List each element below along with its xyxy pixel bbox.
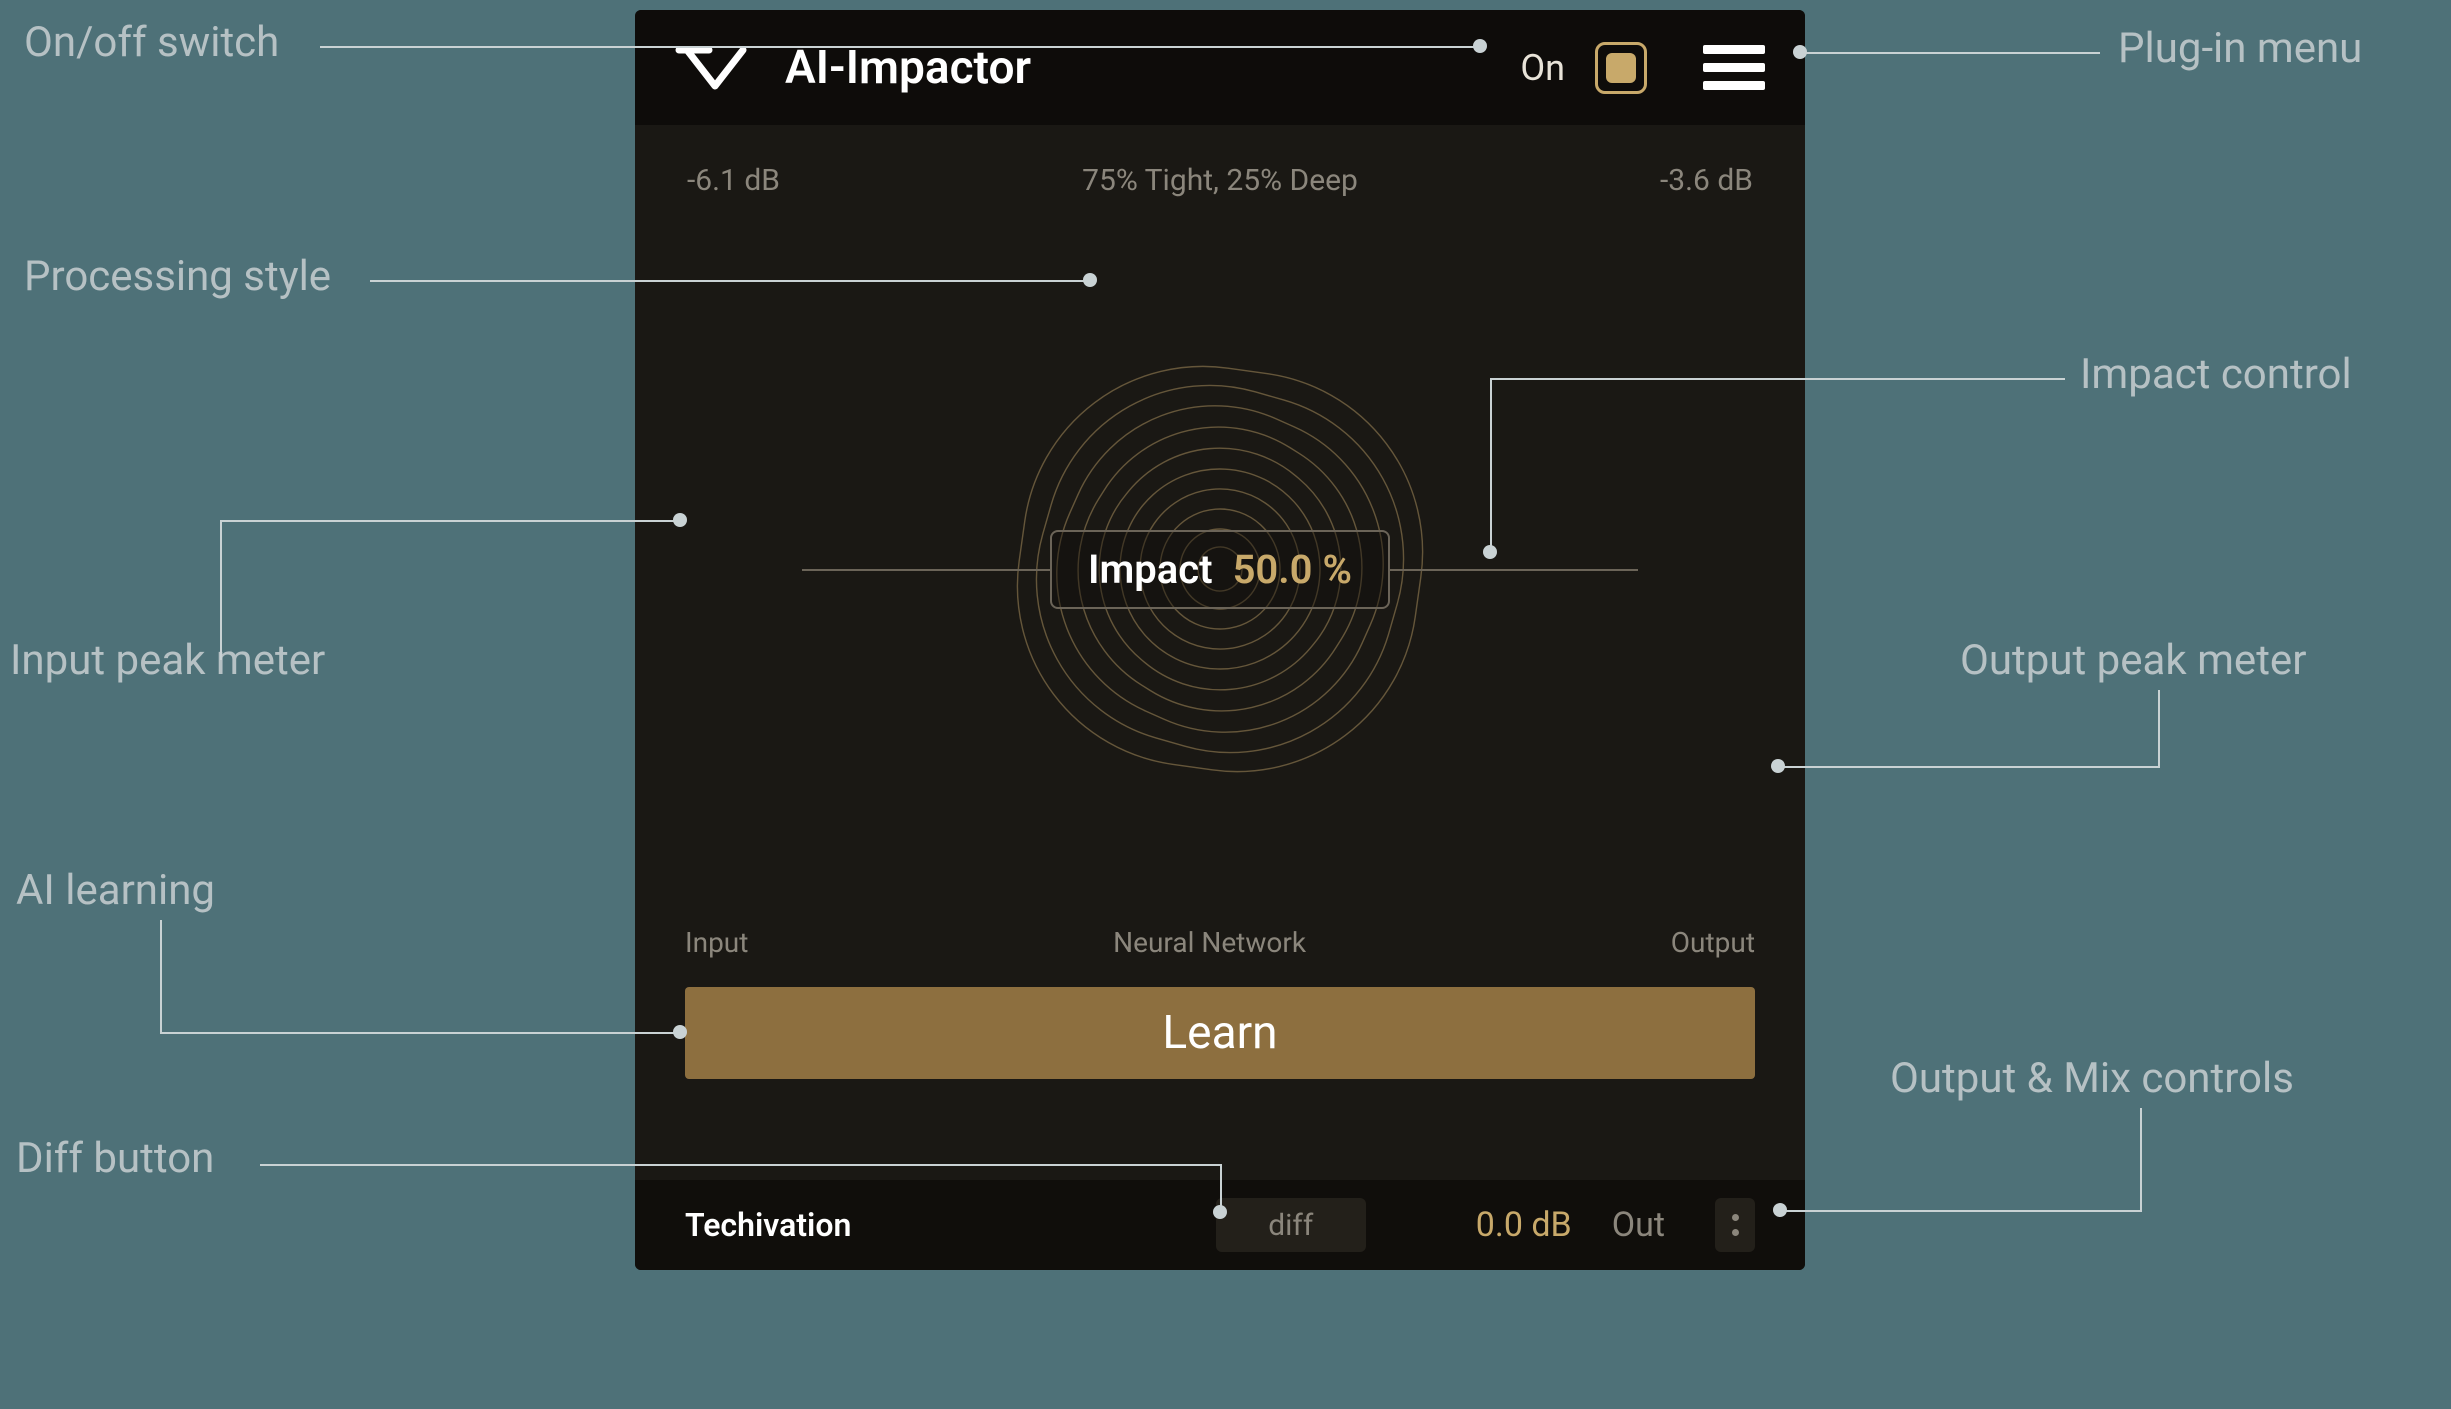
neural-network-visualizer: Impact 50.0 % [723, 224, 1717, 914]
impact-label: Impact [1088, 546, 1213, 593]
output-gain-value[interactable]: 0.0 dB [1476, 1205, 1572, 1245]
mix-menu-button[interactable] [1715, 1198, 1755, 1252]
learn-button[interactable]: Learn [685, 987, 1755, 1079]
anno-output-mix: Output & Mix controls [1890, 1054, 2294, 1103]
output-label: Output [1671, 926, 1755, 959]
readout-row: -6.1 dB 75% Tight, 25% Deep -3.6 dB [635, 125, 1805, 212]
power-icon [1606, 53, 1636, 83]
plugin-menu-button[interactable] [1703, 45, 1765, 91]
diff-button[interactable]: diff [1216, 1198, 1366, 1252]
input-label: Input [685, 926, 748, 959]
anno-on-off: On/off switch [24, 18, 279, 67]
plugin-header: AI-Impactor On [635, 10, 1805, 125]
anno-plugin-menu: Plug-in menu [2118, 24, 2362, 73]
brand-label: Techivation [685, 1206, 851, 1244]
diff-label: diff [1268, 1208, 1313, 1243]
anno-output-meter: Output peak meter [1960, 636, 2306, 685]
brand-logo-icon [675, 44, 759, 92]
anno-input-meter: Input peak meter [10, 636, 325, 685]
anno-impact-control: Impact control [2080, 350, 2352, 399]
plugin-title: AI-Impactor [785, 41, 1031, 95]
main-area: Impact 50.0 % [635, 212, 1805, 922]
anno-processing-style: Processing style [24, 252, 331, 301]
learn-label: Learn [1162, 1006, 1277, 1060]
impact-control[interactable]: Impact 50.0 % [1050, 530, 1390, 609]
anno-ai-learning: AI learning [16, 866, 215, 915]
anno-diff-button: Diff button [16, 1134, 214, 1183]
impact-value: 50.0 % [1233, 546, 1352, 593]
input-db-readout: -6.1 dB [687, 163, 780, 198]
input-peak-meter [685, 224, 723, 914]
meter-labels-row: Input Neural Network Output [635, 922, 1805, 981]
output-db-readout: -3.6 dB [1660, 163, 1753, 198]
output-peak-meter [1717, 224, 1755, 914]
processing-style-readout[interactable]: 75% Tight, 25% Deep [1082, 163, 1358, 198]
output-gain-label: Out [1612, 1205, 1665, 1245]
visualizer-label: Neural Network [1113, 926, 1306, 959]
on-off-toggle[interactable] [1595, 42, 1647, 94]
on-label: On [1520, 47, 1565, 89]
plugin-window: AI-Impactor On -6.1 dB 75% Tight, 25% De… [635, 10, 1805, 1270]
